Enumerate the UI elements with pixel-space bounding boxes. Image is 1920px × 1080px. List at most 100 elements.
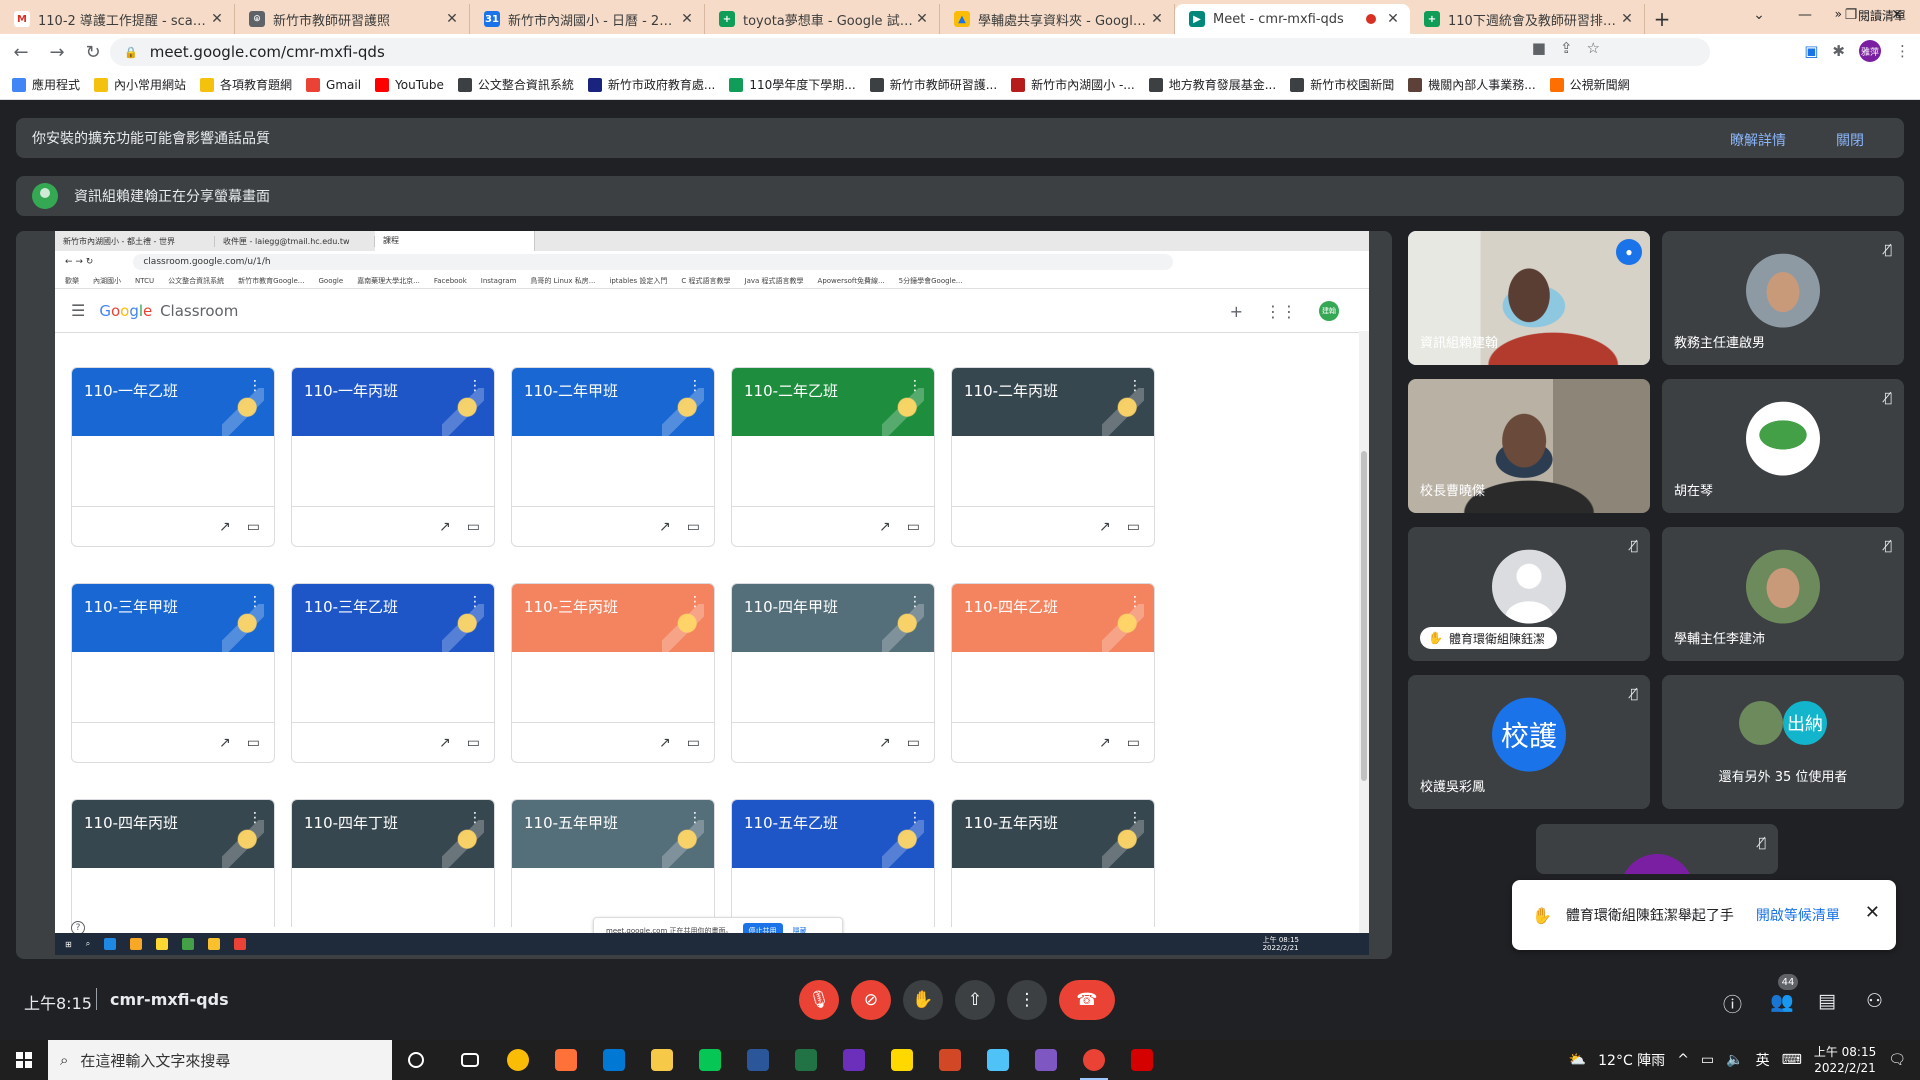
taskbar-clock[interactable]: 上午 08:15 2022/2/21 <box>1814 1044 1876 1076</box>
present-screen-icon: ⇧ <box>967 990 983 1010</box>
tab-title: 110下週統會及教師研習排定表 <box>1448 13 1618 29</box>
bookmark-item[interactable]: 110學年度下學期... <box>729 76 856 93</box>
bookmark-item[interactable]: 新竹市內湖國小 -... <box>1011 76 1135 93</box>
taskbar-app-powerpoint[interactable] <box>926 1040 974 1080</box>
browser-tab[interactable]: ▶ Meet - cmr-mxfi-qds ✕ <box>1175 4 1410 34</box>
profile-avatar[interactable]: 雅萍 <box>1859 40 1881 62</box>
forward-button[interactable]: → <box>42 42 72 63</box>
camera-toggle-button[interactable]: ⊘ <box>851 980 891 1020</box>
network-icon[interactable]: ▭ <box>1701 1052 1714 1068</box>
bookmark-item[interactable]: 新竹市政府教育處... <box>587 76 715 93</box>
taskbar-app-boat[interactable] <box>974 1040 1022 1080</box>
camera-in-use-icon[interactable]: ■ <box>1532 39 1546 57</box>
taskbar-app-sticky[interactable] <box>878 1040 926 1080</box>
taskbar-app-acrobat[interactable] <box>1118 1040 1166 1080</box>
start-button[interactable] <box>0 1040 48 1080</box>
back-button[interactable]: ← <box>6 42 36 63</box>
open-queue-link[interactable]: 開啟等候清單 <box>1756 905 1840 925</box>
browser-tab[interactable]: ⌾ 新竹市教師研習護照 ✕ <box>235 4 470 34</box>
more-bookmarks-button[interactable]: » <box>1835 7 1842 24</box>
browser-tab[interactable]: +110下週統會及教師研習排定表 ✕ <box>1410 4 1645 34</box>
participant-tile[interactable]: 🎙̸ ✋ 體育環衛組陳鈺潔 <box>1408 527 1650 661</box>
meeting-details-button[interactable]: ⓘ <box>1723 990 1742 1017</box>
address-bar[interactable]: 🔒 meet.google.com/cmr-mxfi-qds <box>110 38 1710 66</box>
minimize-button[interactable]: — <box>1782 0 1828 30</box>
bookmark-item[interactable]: 各項教育題網 <box>200 76 292 93</box>
taskbar-search-box[interactable]: ⌕ 在這裡輸入文字來搜尋 <box>48 1040 392 1080</box>
chat-button[interactable]: ▤ <box>1818 990 1836 1012</box>
participant-tile[interactable]: 🎙̸ 教務主任連啟男 <box>1662 231 1904 365</box>
bookmark-item[interactable]: 公視新聞網 <box>1549 76 1630 93</box>
taskbar-app-video[interactable] <box>830 1040 878 1080</box>
more-options-button[interactable]: ⋮ <box>1007 980 1047 1020</box>
dismiss-banner-button[interactable]: 關閉 <box>1836 130 1864 150</box>
browser-tab[interactable]: 31 新竹市內湖國小 - 日曆 - 2022年✕ <box>470 4 705 34</box>
tab-close-icon[interactable]: ✕ <box>1148 11 1166 27</box>
bookmark-item[interactable]: Gmail <box>306 77 361 92</box>
people-button[interactable]: 👥 <box>1770 990 1794 1013</box>
bookmark-item[interactable]: 應用程式 <box>12 76 80 93</box>
shared-address-bar: classroom.google.com/u/1/h <box>133 254 1174 270</box>
participant-tile[interactable]: 🎙̸ 胡在琴 <box>1662 379 1904 513</box>
divider <box>96 988 97 1010</box>
present-now-button[interactable]: ⇧ <box>955 980 995 1020</box>
close-icon[interactable]: ✕ <box>1865 902 1880 923</box>
tab-close-icon[interactable]: ✕ <box>678 11 696 27</box>
bookmark-item[interactable]: 新竹市校園新聞 <box>1290 76 1394 93</box>
tray-overflow-icon[interactable]: ^ <box>1677 1052 1689 1068</box>
participant-tile[interactable]: 校長曹曉傑 <box>1408 379 1650 513</box>
tab-search-icon[interactable]: ⌄ <box>1736 0 1782 30</box>
bookmark-item[interactable]: 地方教育發展基金... <box>1148 76 1276 93</box>
volume-icon[interactable]: 🔈 <box>1726 1052 1743 1068</box>
extensions-puzzle-icon[interactable]: ✱ <box>1832 42 1845 60</box>
taskbar-app-explorer[interactable] <box>638 1040 686 1080</box>
participant-tile[interactable]: 🎙̸ 學輔主任李建沛 <box>1662 527 1904 661</box>
learn-more-link[interactable]: 瞭解詳情 <box>1730 130 1786 150</box>
taskbar-app-people[interactable] <box>590 1040 638 1080</box>
taskbar-app-excel[interactable] <box>782 1040 830 1080</box>
bookmark-icon <box>200 77 215 92</box>
weather-text[interactable]: 12°C 陣雨 <box>1598 1050 1665 1070</box>
cortana-button[interactable] <box>392 1040 440 1080</box>
bookmark-item[interactable]: 新竹市教師研習護... <box>869 76 997 93</box>
tab-favicon-icon: M <box>14 11 30 27</box>
reading-list-button[interactable]: 閱讀清單 <box>1858 7 1906 24</box>
taskbar-app-word[interactable] <box>734 1040 782 1080</box>
mic-toggle-button[interactable]: 🎙 <box>799 980 839 1020</box>
taskbar-app-chrome[interactable] <box>494 1040 542 1080</box>
participant-tile[interactable]: 出納 還有另外 35 位使用者 <box>1662 675 1904 809</box>
bookmark-star-icon[interactable]: ☆ <box>1587 39 1600 57</box>
ime-indicator[interactable]: 英 <box>1756 1050 1770 1070</box>
browser-tab[interactable]: M 110-2 導護工作提醒 - scarlet25✕ <box>0 4 235 34</box>
tab-close-icon[interactable]: ✕ <box>208 11 226 27</box>
taskbar-app-obsidian[interactable] <box>1022 1040 1070 1080</box>
keyboard-icon[interactable]: ⌨ <box>1782 1052 1802 1068</box>
participant-tile[interactable]: 校護 🎙̸ 校護吳彩鳳 <box>1408 675 1650 809</box>
taskbar-app-line[interactable] <box>686 1040 734 1080</box>
bookmark-item[interactable]: YouTube <box>375 77 444 92</box>
new-tab-button[interactable]: + <box>1645 4 1679 34</box>
raise-hand-button[interactable]: ✋ <box>903 980 943 1020</box>
participant-tile-partial[interactable]: 🎙̸ <box>1536 824 1778 874</box>
bookmark-item[interactable]: 公文整合資訊系統 <box>457 76 574 93</box>
participant-tile[interactable]: ⦁ 資訊組賴建翰 <box>1408 231 1650 365</box>
taskbar-app-chrome-active[interactable] <box>1070 1040 1118 1080</box>
tab-close-icon[interactable]: ✕ <box>1618 11 1636 27</box>
tab-close-icon[interactable]: ✕ <box>913 11 931 27</box>
taskbar-app-firefox[interactable] <box>542 1040 590 1080</box>
extension-screen-icon[interactable]: ▣ <box>1804 42 1818 60</box>
tab-close-icon[interactable]: ✕ <box>1384 11 1402 27</box>
activities-button[interactable]: ⚇ <box>1866 990 1883 1012</box>
chrome-menu-icon[interactable]: ⋮ <box>1895 42 1910 60</box>
bookmark-item[interactable]: 機關內部人事業務... <box>1408 76 1536 93</box>
taskbar-app-task-view[interactable] <box>446 1040 494 1080</box>
leave-call-button[interactable]: ☎ <box>1059 980 1115 1020</box>
shared-screen[interactable]: 新竹市內湖國小 - 都土禮 - 世界 收件匣 - laiegg@tmail.hc.… <box>16 231 1392 959</box>
bookmark-item[interactable]: 內小常用網站 <box>94 76 186 93</box>
reload-button[interactable]: ↻ <box>78 42 108 63</box>
share-icon[interactable]: ⇪ <box>1560 39 1573 57</box>
notifications-icon[interactable]: 🗨 <box>1888 1052 1906 1068</box>
browser-tab[interactable]: ▲ 學輔處共享資料夾 - Google 雲端✕ <box>940 4 1175 34</box>
browser-tab[interactable]: + toyota夢想車 - Google 試算表 ✕ <box>705 4 940 34</box>
tab-close-icon[interactable]: ✕ <box>443 11 461 27</box>
